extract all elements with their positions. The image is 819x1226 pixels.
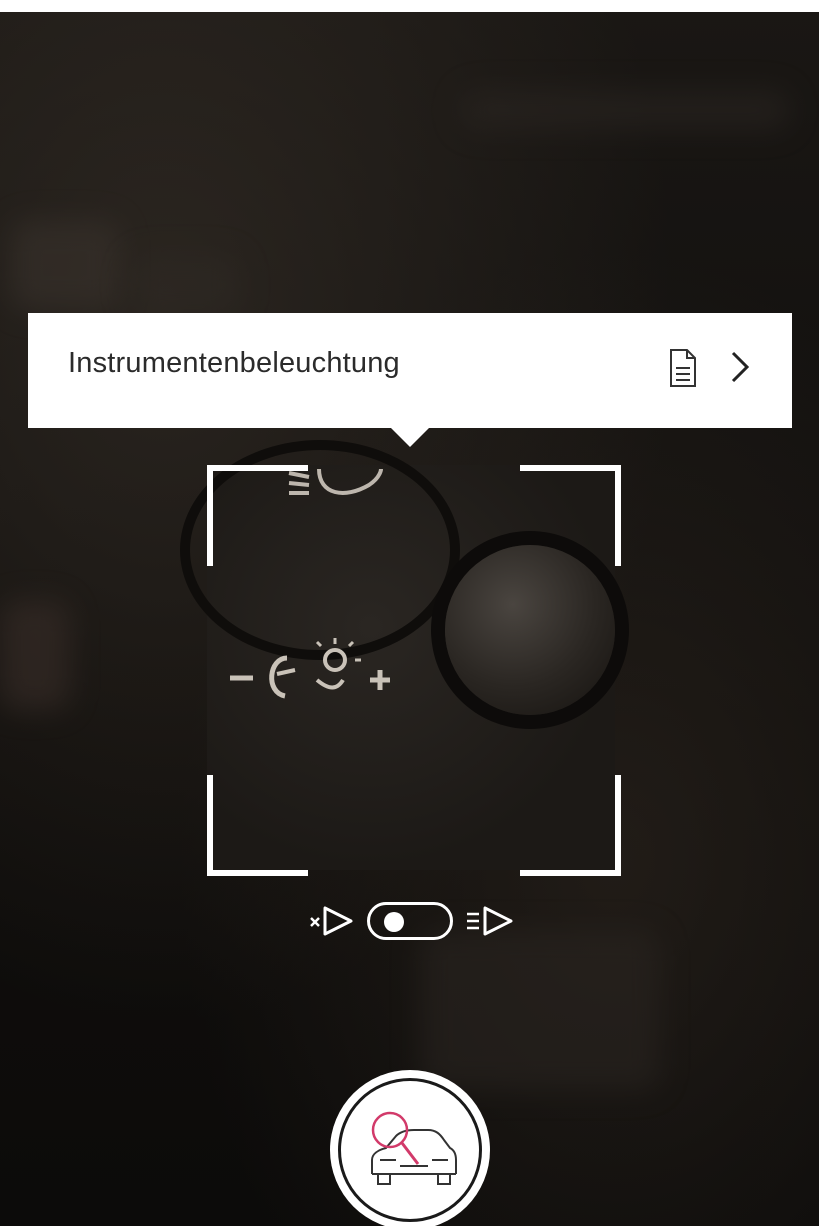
card-pointer (390, 427, 430, 447)
document-icon[interactable] (668, 348, 698, 388)
status-bar (0, 0, 819, 12)
scan-frame-corner (207, 775, 308, 876)
chevron-right-icon[interactable] (725, 347, 755, 387)
background-blur (0, 600, 70, 710)
flashlight-off-icon (310, 906, 353, 936)
flashlight-on-icon (467, 906, 513, 936)
scan-frame-corner (520, 775, 621, 876)
flashlight-toggle-row (305, 898, 515, 944)
background-blur (420, 930, 660, 1090)
instrument-lighting-symbol-icon (230, 638, 390, 699)
background-blur (460, 90, 790, 130)
camera-viewfinder: Instrumentenbeleuchtung (0, 0, 819, 1226)
scan-button[interactable] (330, 1070, 490, 1226)
result-card[interactable]: Instrumentenbeleuchtung (28, 313, 792, 428)
result-title: Instrumentenbeleuchtung (68, 347, 400, 379)
scan-frame-corner (520, 465, 621, 566)
rotary-knob (445, 545, 615, 715)
flashlight-toggle[interactable] (367, 902, 453, 940)
background-blur (10, 220, 120, 310)
car-magnifier-icon (371, 1111, 457, 1185)
background-blur (130, 255, 240, 315)
scan-frame-corner (207, 465, 308, 566)
toggle-knob (384, 912, 404, 932)
